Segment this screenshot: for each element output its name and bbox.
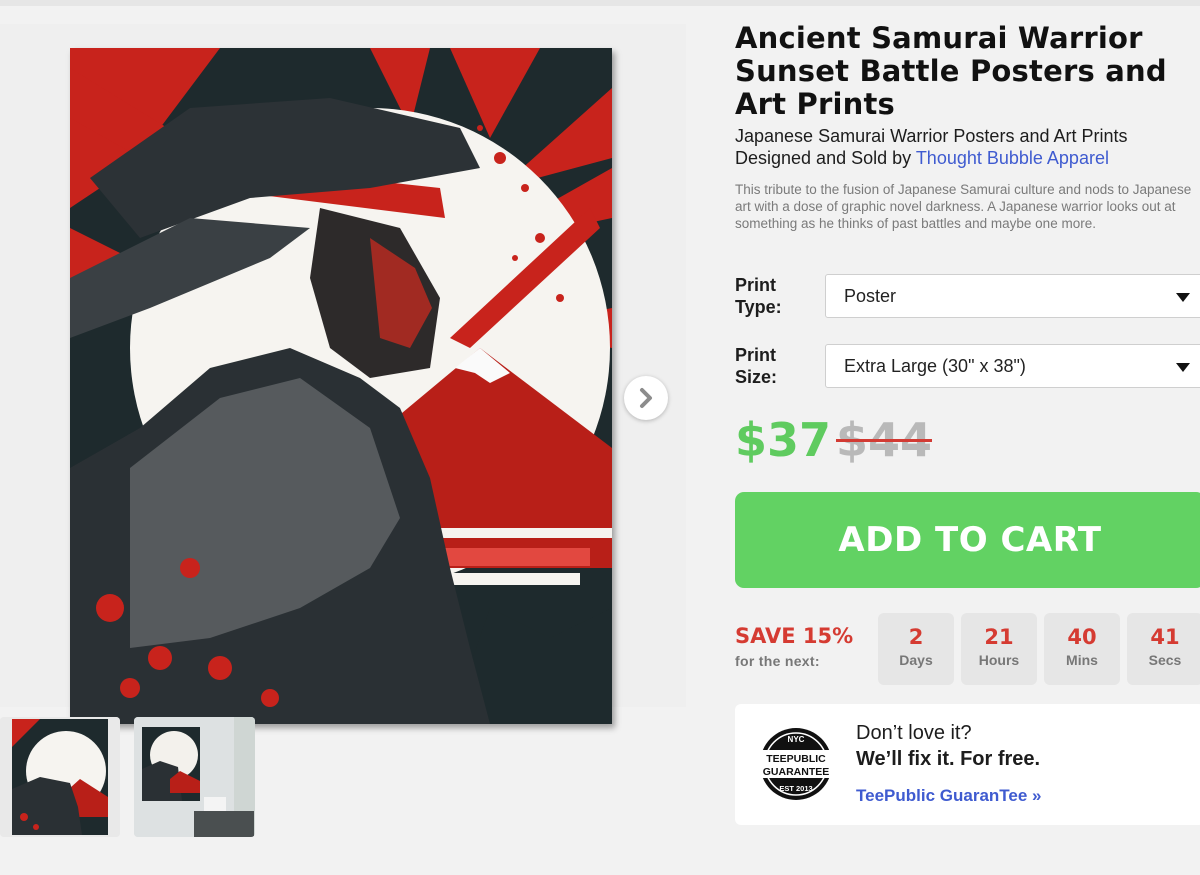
badge-mid-text-2: GUARANTEE: [763, 766, 830, 778]
countdown-unit: Secs: [1148, 652, 1182, 668]
countdown-unit: Mins: [1066, 652, 1098, 668]
countdown-unit: Days: [899, 652, 933, 668]
caret-down-icon: [1176, 363, 1190, 372]
countdown-unit: Hours: [978, 652, 1020, 668]
print-type-select[interactable]: Poster: [825, 274, 1200, 318]
print-size-value: Extra Large (30" x 38"): [844, 355, 1026, 376]
add-to-cart-button[interactable]: ADD TO CART: [735, 492, 1200, 588]
countdown-value: 21: [984, 625, 1014, 649]
print-type-label: Print Type:: [735, 275, 782, 317]
product-title: Ancient Samurai Warrior Sunset Battle Po…: [735, 21, 1167, 121]
countdown-value: 41: [1150, 625, 1180, 649]
thumbnail-room-image: [134, 717, 255, 837]
designed-by-label: Designed and Sold by: [735, 148, 916, 168]
badge-top-text: NYC: [788, 735, 805, 744]
sale-title: SAVE 15%: [735, 624, 854, 648]
caret-down-icon: [1176, 293, 1190, 302]
top-bar: [0, 0, 1200, 6]
gallery-thumbnail-1[interactable]: [0, 717, 120, 837]
badge-bottom-text: EST 2013: [779, 784, 812, 793]
countdown-secs: 41 Secs: [1127, 613, 1200, 685]
guarantee-link[interactable]: TeePublic GuaranTee »: [856, 786, 1042, 806]
teepublic-guarantee-badge: NYC TEEPUBLIC GUARANTEE EST 2013: [753, 728, 839, 800]
product-subtitle: Japanese Samurai Warrior Posters and Art…: [735, 125, 1195, 169]
countdown-hours: 21 Hours: [961, 613, 1037, 685]
sale-subtitle: for the next:: [735, 653, 820, 669]
print-type-value: Poster: [844, 285, 897, 306]
thumbnail-art-image: [0, 717, 120, 837]
guarantee-promise: We’ll fix it. For free.: [856, 748, 1041, 770]
print-size-select[interactable]: Extra Large (30" x 38"): [825, 344, 1200, 388]
guarantee-headline: Don’t love it?: [856, 722, 972, 744]
gallery-thumbnail-2[interactable]: [134, 717, 255, 837]
image-gallery: [0, 24, 686, 724]
designer-link[interactable]: Thought Bubble Apparel: [916, 148, 1109, 168]
chevron-right-icon: [640, 388, 652, 408]
badge-mid-text-1: TEEPUBLIC: [766, 753, 826, 765]
gallery-next-button[interactable]: [624, 376, 668, 420]
sale-price: $37: [735, 413, 832, 467]
product-image[interactable]: [70, 48, 612, 724]
countdown-days: 2 Days: [878, 613, 954, 685]
print-size-label: Print Size:: [735, 345, 778, 387]
countdown-value: 2: [908, 625, 924, 649]
countdown-mins: 40 Mins: [1044, 613, 1120, 685]
designer-line: Designed and Sold by Thought Bubble Appa…: [735, 147, 1195, 169]
guarantee-card: NYC TEEPUBLIC GUARANTEE EST 2013 Don’t l…: [735, 704, 1200, 825]
product-category: Japanese Samurai Warrior Posters and Art…: [735, 126, 1128, 146]
original-price: $44: [836, 413, 933, 467]
countdown-value: 40: [1067, 625, 1097, 649]
product-description: This tribute to the fusion of Japanese S…: [735, 182, 1192, 231]
samurai-artwork: [70, 48, 612, 724]
